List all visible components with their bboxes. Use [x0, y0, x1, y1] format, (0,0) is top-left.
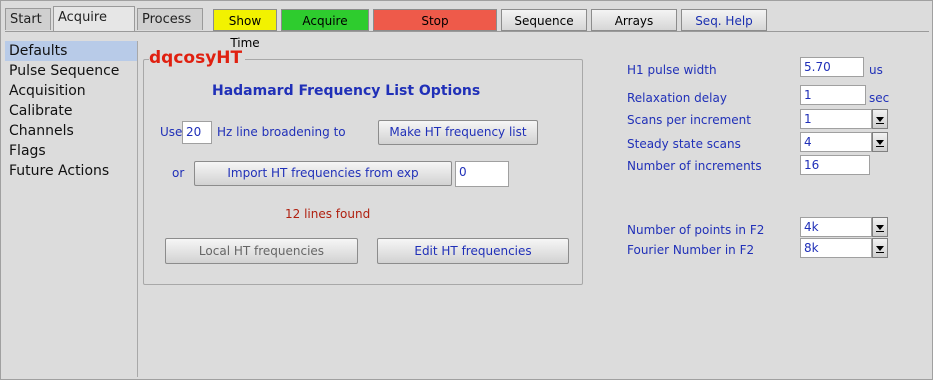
fourier-number-f2-label: Fourier Number in F2 — [627, 243, 755, 257]
points-f2-select[interactable]: 4k — [800, 217, 888, 237]
acquire-button[interactable]: Acquire — [281, 9, 369, 31]
toolbar-divider — [5, 31, 929, 32]
stop-button[interactable]: Stop — [373, 9, 497, 31]
edit-ht-button[interactable]: Edit HT frequencies — [377, 238, 569, 264]
points-f2-value: 4k — [800, 217, 872, 237]
local-ht-button[interactable]: Local HT frequencies — [165, 238, 358, 264]
relaxation-delay-label: Relaxation delay — [627, 91, 727, 105]
exp-number-input[interactable]: 0 — [455, 161, 509, 187]
scans-per-increment-select[interactable]: 1 — [800, 109, 888, 129]
scans-per-increment-value: 1 — [800, 109, 872, 129]
sidebar-item-flags[interactable]: Flags — [5, 141, 137, 161]
relaxation-delay-input[interactable]: 1 — [800, 85, 866, 105]
import-ht-button[interactable]: Import HT frequencies from exp — [194, 161, 452, 186]
sidebar-item-acquisition[interactable]: Acquisition — [5, 81, 137, 101]
app-window: Start Acquire Process Show Time Acquire … — [0, 0, 933, 380]
broadening-suffix-label: Hz line broadening to — [217, 125, 346, 139]
number-of-increments-input[interactable]: 16 — [800, 155, 870, 175]
seq-help-button[interactable]: Seq. Help — [681, 9, 767, 31]
fourier-number-f2-value: 8k — [800, 238, 872, 258]
broadening-input[interactable]: 20 — [182, 121, 212, 144]
or-label: or — [172, 166, 185, 180]
arrays-button[interactable]: Arrays — [591, 9, 677, 31]
sidebar-item-pulse-sequence[interactable]: Pulse Sequence — [5, 61, 137, 81]
panel-title: dqcosyHT — [149, 48, 246, 68]
chevron-down-icon[interactable] — [872, 238, 888, 258]
tab-acquire[interactable]: Acquire — [53, 6, 135, 31]
fourier-number-f2-select[interactable]: 8k — [800, 238, 888, 258]
sidebar-item-channels[interactable]: Channels — [5, 121, 137, 141]
sidebar-item-defaults[interactable]: Defaults — [5, 41, 137, 61]
sidebar: Defaults Pulse Sequence Acquisition Cali… — [5, 41, 138, 377]
relaxation-delay-unit: sec — [869, 91, 890, 105]
sequence-button[interactable]: Sequence — [501, 9, 587, 31]
number-of-increments-label: Number of increments — [627, 159, 762, 173]
scans-per-increment-label: Scans per increment — [627, 113, 751, 127]
steady-state-scans-label: Steady state scans — [627, 137, 741, 151]
chevron-down-icon[interactable] — [872, 132, 888, 152]
steady-state-scans-select[interactable]: 4 — [800, 132, 888, 152]
h1-pulse-width-input[interactable]: 5.70 — [800, 57, 864, 77]
ht-heading: Hadamard Frequency List Options — [212, 83, 481, 99]
show-time-button[interactable]: Show Time — [213, 9, 277, 50]
tab-process[interactable]: Process — [137, 8, 203, 30]
top-toolbar: Start Acquire Process Show Time Acquire … — [5, 5, 929, 50]
h1-pulse-width-label: H1 pulse width — [627, 63, 717, 77]
points-f2-label: Number of points in F2 — [627, 223, 765, 237]
chevron-down-icon[interactable] — [872, 217, 888, 237]
use-label: Use — [160, 125, 183, 139]
h1-pulse-width-unit: us — [869, 63, 883, 77]
make-ht-list-button[interactable]: Make HT frequency list — [378, 120, 538, 145]
steady-state-scans-value: 4 — [800, 132, 872, 152]
sidebar-item-future-actions[interactable]: Future Actions — [5, 161, 137, 181]
tab-start[interactable]: Start — [5, 8, 51, 30]
sidebar-item-calibrate[interactable]: Calibrate — [5, 101, 137, 121]
chevron-down-icon[interactable] — [872, 109, 888, 129]
lines-found-status: 12 lines found — [285, 207, 371, 221]
